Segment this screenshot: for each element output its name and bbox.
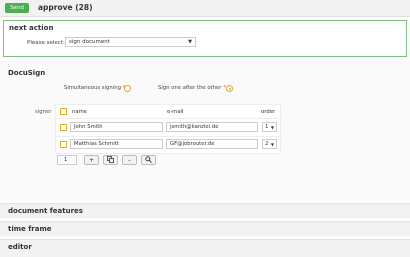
sequential-signing-text: Sign one after the other bbox=[158, 85, 222, 91]
section-document-features[interactable]: document features bbox=[0, 203, 410, 218]
select-all-checkbox[interactable] bbox=[60, 108, 67, 115]
search-button[interactable] bbox=[141, 155, 156, 165]
signer-email-input[interactable]: GF@jobrouter.de bbox=[166, 139, 258, 149]
signer-name-input[interactable]: Matthias Schmitt bbox=[70, 139, 163, 149]
section-editor-label: editor bbox=[8, 243, 32, 251]
column-header-order: order bbox=[261, 109, 276, 115]
signer-order-value: 1 bbox=[265, 124, 269, 130]
simultaneous-signing-radio[interactable] bbox=[124, 85, 131, 92]
header-divider bbox=[56, 118, 282, 119]
signer-order-select[interactable]: 1 ▼ bbox=[262, 122, 277, 132]
next-action-select[interactable]: sign document ▼ bbox=[65, 37, 196, 47]
row-checkbox[interactable] bbox=[60, 141, 67, 148]
copy-row-button[interactable] bbox=[103, 155, 118, 165]
add-row-button[interactable]: + bbox=[84, 155, 99, 165]
minus-icon: – bbox=[128, 156, 131, 164]
signer-order-value: 2 bbox=[265, 141, 269, 147]
signer-email-input[interactable]: jsmith@kanzlei.de bbox=[166, 122, 258, 132]
sequential-signing-radio[interactable] bbox=[226, 85, 233, 92]
copy-icon bbox=[107, 155, 114, 165]
top-bar: Send approve (28) bbox=[0, 0, 410, 17]
row-divider bbox=[56, 136, 282, 137]
remove-row-button[interactable]: – bbox=[122, 155, 137, 165]
caret-down-icon: ▼ bbox=[270, 125, 274, 130]
section-document-features-label: document features bbox=[8, 207, 83, 215]
section-editor[interactable]: editor bbox=[0, 239, 410, 257]
next-action-panel: next action Please select: * sign docume… bbox=[3, 20, 407, 57]
page-title: approve (28) bbox=[38, 3, 93, 12]
column-header-email: e-mail bbox=[167, 109, 184, 115]
simultaneous-signing-text: Simultaneous signing bbox=[64, 85, 121, 91]
signer-name-input[interactable]: John Smith bbox=[70, 122, 163, 132]
plus-icon: + bbox=[88, 156, 95, 164]
simultaneous-signing-label: Simultaneous signing * bbox=[64, 85, 125, 91]
column-header-name: name bbox=[72, 109, 88, 115]
signer-table: name e-mail order John Smith jsmith@kanz… bbox=[55, 104, 282, 154]
next-action-select-value: sign document bbox=[69, 39, 110, 45]
signer-label: signer bbox=[35, 109, 52, 115]
sequential-signing-label: Sign one after the other * bbox=[158, 85, 226, 91]
row-count-input[interactable]: 1 bbox=[57, 155, 77, 165]
caret-down-icon: ▼ bbox=[188, 39, 192, 45]
docusign-title: DocuSign bbox=[8, 69, 46, 77]
caret-down-icon: ▼ bbox=[270, 142, 274, 147]
select-label-text: Please select: bbox=[27, 40, 65, 46]
next-action-title: next action bbox=[9, 24, 54, 32]
row-checkbox[interactable] bbox=[60, 124, 67, 131]
section-time-frame-label: time frame bbox=[8, 225, 52, 233]
send-button[interactable]: Send bbox=[5, 3, 29, 13]
search-icon bbox=[145, 155, 152, 165]
select-label: Please select: * bbox=[27, 40, 69, 46]
docusign-section: DocuSign Simultaneous signing * Sign one… bbox=[0, 60, 410, 200]
section-time-frame[interactable]: time frame bbox=[0, 221, 410, 236]
signer-order-select[interactable]: 2 ▼ bbox=[262, 139, 277, 149]
